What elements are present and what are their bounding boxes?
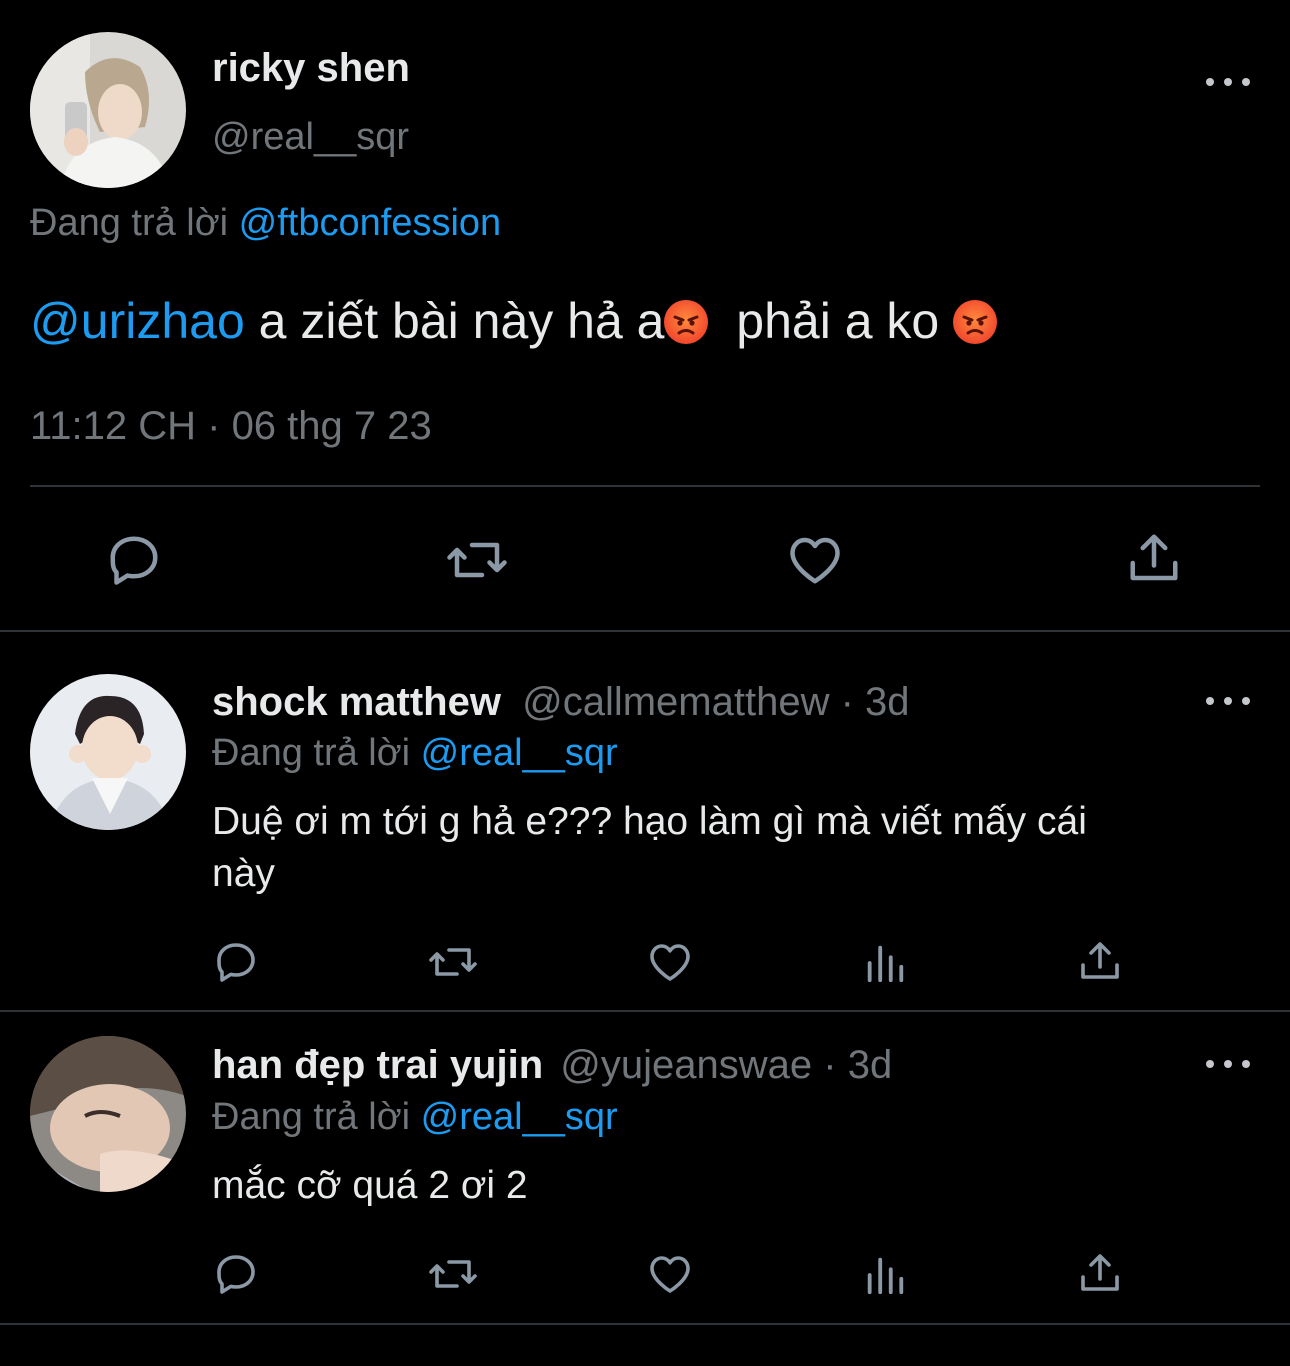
reply2-header: han đẹp trai yujin @yujeanswae · 3d — [212, 1043, 892, 1088]
main-handle[interactable]: @real__sqr — [212, 116, 409, 159]
share-button[interactable] — [1124, 528, 1184, 588]
reply2-handle[interactable]: @yujeanswae — [560, 1043, 812, 1087]
retweet-button[interactable] — [444, 530, 510, 590]
replying-prefix: Đang trả lời — [212, 1096, 411, 1138]
like-button[interactable] — [645, 938, 695, 986]
like-icon — [790, 537, 840, 584]
share-icon — [1081, 942, 1119, 979]
reply1-handle[interactable]: @callmematthew — [522, 680, 829, 724]
reply2-text-line1: mắc cỡ quá 2 ơi 2 — [212, 1164, 528, 1207]
divider — [0, 630, 1290, 632]
like-button[interactable] — [784, 530, 846, 590]
tweet-text-part2: phải a ko — [708, 293, 954, 349]
main-timestamp[interactable]: 11:12 CH · 06 thg 7 23 — [30, 404, 432, 449]
divider — [0, 1323, 1290, 1325]
reply1-time[interactable]: · 3d — [841, 680, 910, 724]
divider — [0, 1010, 1290, 1012]
reply2-time[interactable]: · 3d — [823, 1043, 892, 1087]
reply-button[interactable] — [212, 938, 260, 986]
avatar-han-dep-trai-yujin[interactable] — [30, 1036, 186, 1192]
share-icon — [1081, 1254, 1119, 1291]
divider — [30, 485, 1260, 487]
reply2-replying-line: Đang trả lời @real__sqr — [212, 1096, 618, 1139]
reply1-text-line1: Duệ ơi m tới g hả e??? hạo làm gì mà viế… — [212, 800, 1087, 843]
mention-link[interactable]: @urizhao — [30, 293, 245, 349]
like-icon — [650, 944, 690, 981]
reply1-text-line2: này — [212, 852, 275, 895]
reply1-display-name[interactable]: shock matthew — [212, 680, 501, 724]
share-icon — [1130, 534, 1178, 581]
reply-button[interactable] — [104, 530, 164, 590]
replying-to-link[interactable]: @ftbconfession — [239, 202, 502, 244]
replying-prefix: Đang trả lời — [212, 732, 411, 774]
like-icon — [650, 1256, 690, 1293]
reply2-display-name[interactable]: han đẹp trai yujin — [212, 1043, 543, 1087]
reply-icon — [217, 1255, 255, 1294]
more-icon[interactable] — [1206, 72, 1250, 92]
views-button[interactable] — [862, 1252, 908, 1298]
share-button[interactable] — [1076, 1249, 1124, 1297]
replying-to-link[interactable]: @real__sqr — [421, 732, 618, 774]
retweet-icon — [429, 1260, 477, 1288]
reply-button[interactable] — [212, 1250, 260, 1298]
views-button[interactable] — [862, 940, 908, 986]
reply-icon — [217, 943, 255, 982]
angry-face-icon — [953, 300, 998, 344]
views-icon — [867, 945, 904, 983]
avatar-shock-matthew[interactable] — [30, 674, 186, 830]
main-replying-line: Đang trả lời @ftbconfession — [30, 202, 501, 245]
replying-to-link[interactable]: @real__sqr — [421, 1096, 618, 1138]
views-icon — [867, 1257, 904, 1295]
more-icon[interactable] — [1206, 1054, 1250, 1074]
share-button[interactable] — [1076, 937, 1124, 985]
retweet-icon — [429, 948, 477, 976]
avatar-ricky-shen[interactable] — [30, 32, 186, 188]
retweet-button[interactable] — [426, 1250, 480, 1298]
main-tweet-text: @urizhao a ziết bài này hả a phải a ko — [30, 292, 998, 350]
main-display-name[interactable]: ricky shen — [212, 46, 410, 91]
tweet-text-part1: a ziết bài này hả a — [244, 293, 665, 349]
retweet-button[interactable] — [426, 938, 480, 986]
replying-prefix: Đang trả lời — [30, 202, 229, 244]
more-icon[interactable] — [1206, 691, 1250, 711]
reply-icon — [110, 536, 158, 585]
reply1-header: shock matthew @callmematthew · 3d — [212, 680, 910, 725]
retweet-icon — [447, 542, 507, 578]
reply1-replying-line: Đang trả lời @real__sqr — [212, 732, 618, 775]
like-button[interactable] — [645, 1250, 695, 1298]
angry-face-icon — [664, 300, 709, 344]
